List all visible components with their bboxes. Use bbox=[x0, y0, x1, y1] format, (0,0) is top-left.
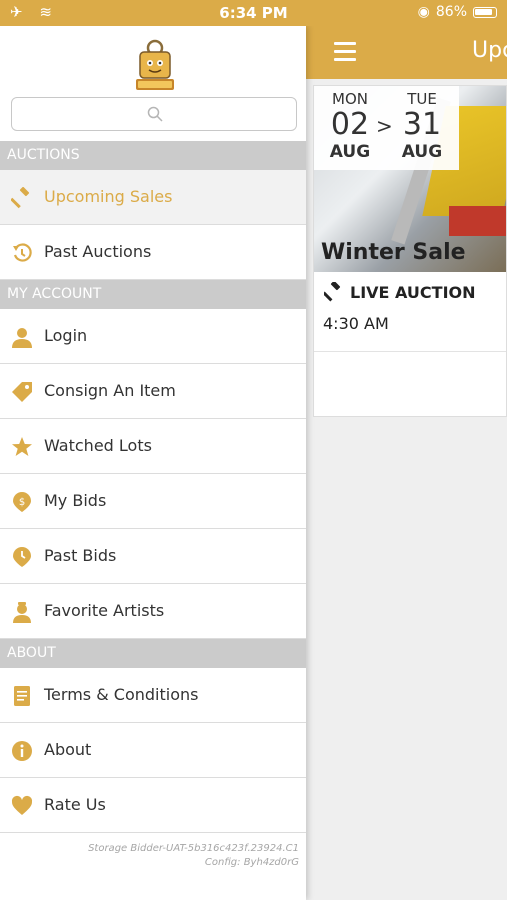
menu-icon[interactable] bbox=[334, 42, 356, 61]
menu-item-about[interactable]: About bbox=[0, 723, 306, 778]
storage-bidder-logo bbox=[136, 39, 174, 90]
menu-label: Consign An Item bbox=[44, 381, 176, 400]
menu-item-rate-us[interactable]: Rate Us bbox=[0, 778, 306, 833]
menu-label: Upcoming Sales bbox=[44, 187, 173, 206]
tag-icon bbox=[12, 382, 32, 402]
menu-item-my-bids[interactable]: $ My Bids bbox=[0, 474, 306, 529]
page-title: Upc bbox=[472, 38, 507, 63]
orientation-lock-icon: ◉ bbox=[417, 4, 430, 20]
sale-card[interactable]: MON 02 AUG > TUE 31 AUG Winter Sale LIVE… bbox=[313, 85, 507, 417]
sale-info: LIVE AUCTION 4:30 AM bbox=[314, 272, 506, 352]
menu-label: Past Auctions bbox=[44, 242, 152, 261]
star-icon bbox=[12, 437, 32, 456]
menu-label: Login bbox=[44, 326, 88, 345]
end-date: TUE 31 AUG bbox=[392, 90, 452, 162]
side-drawer: AUCTIONS Upcoming Sales Past Auctions MY… bbox=[0, 26, 306, 900]
menu-item-favorite-artists[interactable]: Favorite Artists bbox=[0, 584, 306, 639]
section-my-account: MY ACCOUNT bbox=[0, 280, 306, 309]
document-icon bbox=[14, 686, 30, 706]
live-auction-row: LIVE AUCTION bbox=[324, 282, 476, 302]
sale-name: Winter Sale bbox=[321, 240, 466, 265]
auction-type: LIVE AUCTION bbox=[350, 282, 476, 302]
heart-icon bbox=[11, 795, 33, 815]
status-right: ◉ 86% bbox=[418, 4, 497, 20]
start-date-number: 02 bbox=[330, 107, 370, 142]
menu-label: Terms & Conditions bbox=[44, 685, 199, 704]
auction-time: 4:30 AM bbox=[323, 314, 389, 333]
menu-label: Favorite Artists bbox=[44, 601, 165, 620]
info-icon bbox=[12, 741, 32, 761]
date-box: MON 02 AUG > TUE 31 AUG bbox=[314, 86, 459, 170]
end-date-number: 31 bbox=[402, 107, 442, 142]
menu-item-login[interactable]: Login bbox=[0, 309, 306, 364]
search-input[interactable] bbox=[11, 97, 297, 131]
search-icon bbox=[147, 106, 163, 122]
gavel-icon bbox=[324, 282, 341, 302]
menu-item-past-auctions[interactable]: Past Auctions bbox=[0, 225, 306, 280]
build-info: Storage Bidder-UAT-5b316c423f.23924.C1 C… bbox=[88, 842, 299, 870]
clock-pin-icon bbox=[13, 547, 31, 567]
date-separator: > bbox=[376, 114, 393, 138]
main-header: Upc bbox=[306, 26, 507, 79]
end-day: TUE bbox=[407, 90, 437, 108]
menu-label: Watched Lots bbox=[44, 436, 152, 455]
section-auctions: AUCTIONS bbox=[0, 141, 306, 170]
build-version: Storage Bidder-UAT-5b316c423f.23924.C1 bbox=[88, 843, 299, 854]
end-month: AUG bbox=[401, 142, 443, 162]
menu-label: My Bids bbox=[44, 491, 107, 510]
svg-text:$: $ bbox=[19, 497, 25, 508]
menu-label: Rate Us bbox=[44, 795, 106, 814]
gavel-icon bbox=[11, 187, 30, 209]
status-bar: ✈ ≋ 6:34 PM ◉ 86% bbox=[0, 0, 507, 26]
artist-icon bbox=[13, 602, 31, 623]
start-date: MON 02 AUG bbox=[320, 90, 380, 162]
menu-item-terms[interactable]: Terms & Conditions bbox=[0, 668, 306, 723]
menu-item-past-bids[interactable]: Past Bids bbox=[0, 529, 306, 584]
menu-item-watched-lots[interactable]: Watched Lots bbox=[0, 419, 306, 474]
history-icon bbox=[13, 243, 32, 262]
dollar-pin-icon: $ bbox=[13, 492, 31, 512]
build-config: Config: Byh4zd0rG bbox=[204, 857, 299, 868]
menu-item-upcoming-sales[interactable]: Upcoming Sales bbox=[0, 170, 306, 225]
battery-percent: 86% bbox=[435, 4, 467, 20]
section-about: ABOUT bbox=[0, 639, 306, 668]
menu-item-consign[interactable]: Consign An Item bbox=[0, 364, 306, 419]
start-day: MON bbox=[332, 90, 368, 108]
battery-icon bbox=[473, 6, 497, 18]
menu-label: About bbox=[44, 740, 92, 759]
user-icon bbox=[12, 328, 32, 348]
menu-label: Past Bids bbox=[44, 546, 117, 565]
start-month: AUG bbox=[329, 142, 371, 162]
main-panel: Upc MON 02 AUG > TUE 31 AUG Winter Sale bbox=[306, 26, 507, 900]
